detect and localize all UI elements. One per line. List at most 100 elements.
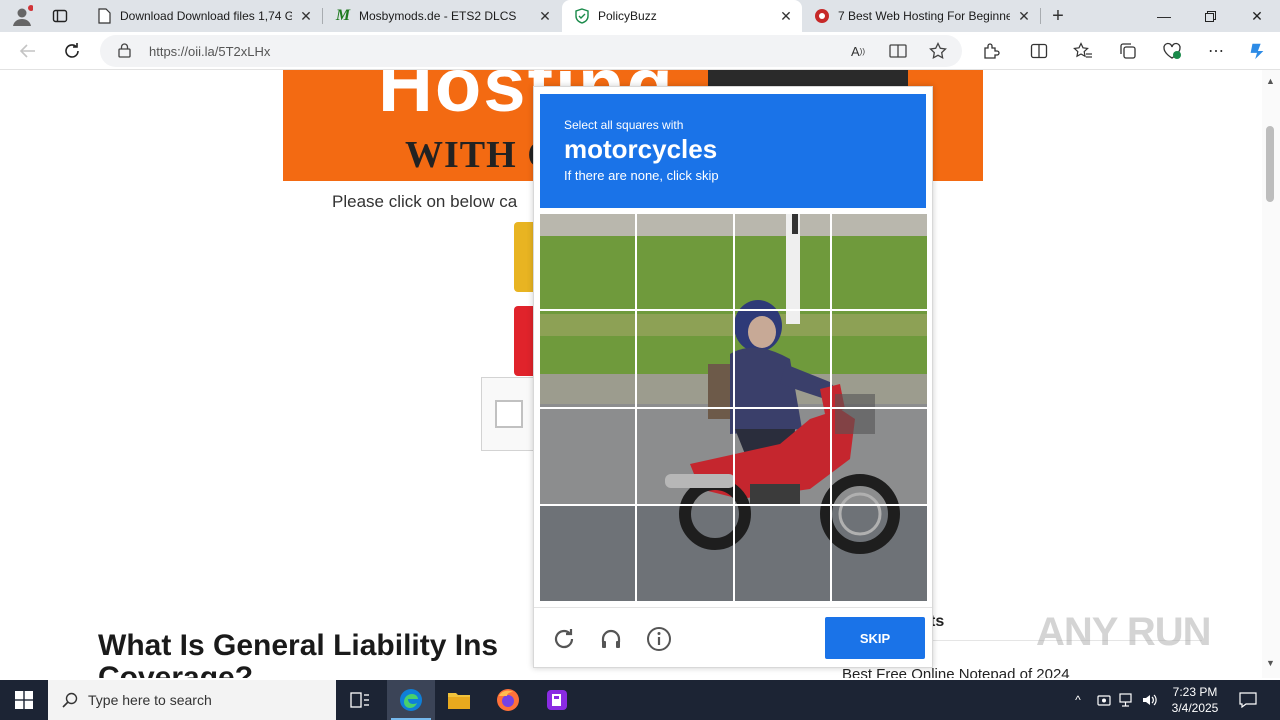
refresh-challenge-icon[interactable] (550, 625, 578, 653)
captcha-checkbox-widget (481, 377, 536, 451)
tab-bar: Download Download files 1,74 GB ✕ M Mosb… (0, 0, 1280, 32)
skip-button[interactable]: SKIP (825, 617, 925, 659)
more-menu-icon[interactable]: ⋯ (1206, 41, 1226, 61)
captcha-tile[interactable] (734, 408, 830, 504)
tab-actions-icon[interactable] (48, 4, 72, 28)
scroll-down-icon[interactable]: ▼ (1266, 658, 1275, 668)
url-box[interactable]: https://oii.la/5T2xLHx A)) (100, 35, 962, 67)
favorites-icon[interactable] (1073, 41, 1093, 61)
network-icon[interactable] (1117, 680, 1137, 720)
audio-challenge-icon[interactable] (597, 625, 625, 653)
tab-download[interactable]: Download Download files 1,74 GB ✕ (84, 0, 322, 32)
taskbar: Type here to search ^ 7:23 PM 3/4/2025 (0, 680, 1280, 720)
close-icon[interactable]: ✕ (778, 8, 794, 24)
firefox-icon[interactable] (484, 680, 532, 720)
captcha-tile[interactable] (637, 505, 733, 601)
close-window-icon[interactable]: ✕ (1234, 0, 1280, 32)
url-text[interactable]: https://oii.la/5T2xLHx (149, 44, 270, 59)
minimize-icon[interactable]: — (1141, 0, 1187, 32)
tile-image (637, 214, 733, 310)
prompt-instruction: Select all squares with (564, 118, 684, 132)
captcha-tile[interactable] (831, 408, 927, 504)
immersive-reader-icon[interactable] (888, 41, 908, 61)
captcha-tile[interactable] (831, 505, 927, 601)
article-heading-line: What Is General Liability Ins (98, 629, 499, 662)
tile-image (831, 214, 927, 310)
taskbar-search-box[interactable]: Type here to search (48, 680, 336, 720)
captcha-tile[interactable] (540, 214, 636, 310)
tile-image (540, 408, 636, 504)
tab-web-hosting[interactable]: 7 Best Web Hosting For Beginners ✕ (802, 0, 1040, 32)
captcha-tile[interactable] (637, 214, 733, 310)
tab-title: PolicyBuzz (598, 9, 657, 23)
back-icon[interactable] (16, 39, 40, 63)
close-icon[interactable]: ✕ (1016, 8, 1032, 24)
split-screen-icon[interactable] (1029, 41, 1049, 61)
article-heading-line: Coverage? (98, 661, 254, 679)
captcha-tile[interactable] (540, 408, 636, 504)
captcha-tile[interactable] (637, 311, 733, 407)
tab-title: 7 Best Web Hosting For Beginners (838, 9, 1010, 23)
read-aloud-icon[interactable]: A)) (848, 41, 868, 61)
edge-taskbar-icon[interactable] (387, 680, 435, 720)
new-tab-icon[interactable]: + (1046, 4, 1070, 28)
captcha-tile[interactable] (734, 505, 830, 601)
notification-icon[interactable] (1234, 680, 1262, 720)
document-icon (96, 8, 112, 24)
clock-time: 7:23 PM (1172, 685, 1218, 699)
favorite-star-icon[interactable] (928, 41, 948, 61)
captcha-challenge: Select all squares with motorcycles If t… (533, 86, 933, 668)
captcha-tile[interactable] (734, 311, 830, 407)
tab-policybuzz[interactable]: PolicyBuzz ✕ (562, 0, 802, 32)
scrollbar-thumb[interactable] (1266, 126, 1274, 202)
scroll-up-icon[interactable]: ▲ (1266, 76, 1275, 86)
tile-image (831, 408, 927, 504)
search-icon (62, 692, 78, 708)
windows-start-icon[interactable] (0, 680, 48, 720)
close-icon[interactable]: ✕ (537, 8, 553, 24)
captcha-tile[interactable] (831, 311, 927, 407)
tile-image (734, 408, 830, 504)
info-icon[interactable] (645, 625, 673, 653)
file-explorer-icon[interactable] (435, 680, 483, 720)
tile-image (734, 214, 830, 310)
captcha-tile[interactable] (831, 214, 927, 310)
tile-image (540, 214, 636, 310)
captcha-footer-divider (534, 607, 932, 608)
taskbar-clock[interactable]: 7:23 PM 3/4/2025 (1160, 684, 1230, 716)
app-purple-icon[interactable] (533, 680, 581, 720)
tile-image (831, 311, 927, 407)
page-scrollbar[interactable]: ▲ ▼ (1262, 70, 1280, 678)
prompt-target: motorcycles (564, 134, 718, 164)
tab-title: Download Download files 1,74 GB (120, 9, 292, 23)
profile-icon[interactable] (10, 4, 34, 28)
captcha-checkbox[interactable] (495, 400, 523, 428)
captcha-tile[interactable] (540, 311, 636, 407)
defender-icon[interactable] (1094, 680, 1114, 720)
refresh-icon[interactable] (60, 39, 84, 63)
shield-check-icon (574, 8, 590, 24)
extensions-icon[interactable] (981, 41, 1001, 61)
captcha-tile[interactable] (540, 505, 636, 601)
task-view-icon[interactable] (336, 680, 384, 720)
copilot-icon[interactable] (1247, 41, 1267, 61)
article-heading: What Is General Liability Ins Coverage? (98, 629, 499, 679)
tile-image (637, 311, 733, 407)
tile-image (637, 408, 733, 504)
restore-icon[interactable] (1187, 0, 1233, 32)
click-instruction: Please click on below ca (332, 192, 518, 211)
tray-overflow-icon[interactable]: ^ (1068, 680, 1088, 720)
tab-mosbymods[interactable]: M Mosbymods.de - ETS2 DLCS ✕ (323, 0, 561, 32)
captcha-tile[interactable] (734, 214, 830, 310)
captcha-prompt: Select all squares with motorcycles If t… (540, 94, 926, 208)
volume-icon[interactable] (1140, 680, 1160, 720)
lock-icon[interactable] (118, 43, 131, 63)
mosbymods-m-icon: M (335, 7, 351, 24)
close-icon[interactable]: ✕ (298, 8, 314, 24)
tile-image (540, 311, 636, 407)
search-placeholder: Type here to search (88, 692, 212, 708)
captcha-tile[interactable] (637, 408, 733, 504)
browser-essentials-icon[interactable] (1162, 41, 1182, 61)
collections-icon[interactable] (1118, 41, 1138, 61)
address-bar: https://oii.la/5T2xLHx A)) ⋯ (0, 32, 1280, 70)
